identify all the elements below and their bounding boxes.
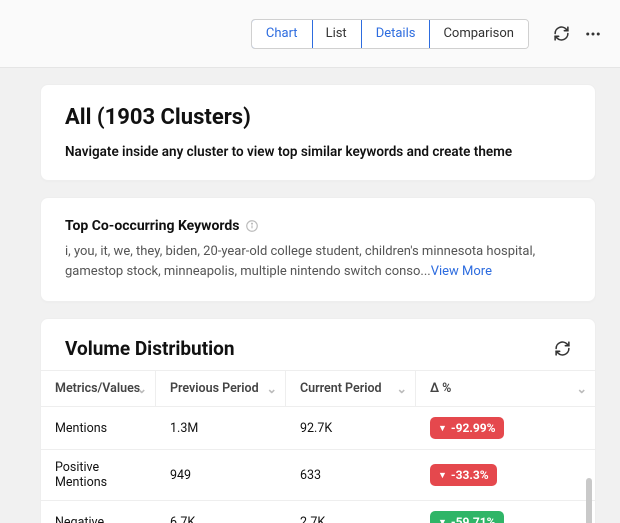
cell-previous: 949 bbox=[156, 449, 286, 500]
delta-badge: ▼-92.99% bbox=[430, 417, 504, 439]
caret-down-icon: ▼ bbox=[438, 423, 447, 434]
cell-metric: Positive Mentions bbox=[41, 449, 156, 500]
table-row: Negative6.7K2.7K ▼-59.71% bbox=[41, 500, 595, 523]
top-toolbar: Chart List Details Comparison bbox=[0, 0, 620, 68]
cell-delta: ▼-92.99% bbox=[416, 406, 595, 449]
refresh-icon bbox=[554, 340, 571, 357]
col-header-previous[interactable]: Previous Period⌄ bbox=[156, 370, 286, 406]
tab-list[interactable]: List bbox=[312, 20, 362, 48]
cell-current: 92.7K bbox=[286, 406, 416, 449]
chevron-down-icon: ⌄ bbox=[267, 381, 277, 397]
cell-metric: Mentions bbox=[41, 406, 156, 449]
keywords-card: Top Co-occurring Keywords i, you, it, we… bbox=[40, 197, 596, 302]
table-header-row: Metrics/Values⌄ Previous Period⌄ Current… bbox=[41, 370, 595, 406]
tab-chart-label: Chart bbox=[266, 26, 298, 41]
caret-down-icon: ▼ bbox=[438, 517, 447, 523]
delta-badge: ▼-33.3% bbox=[430, 464, 497, 486]
refresh-button[interactable] bbox=[553, 25, 570, 42]
volume-table: Metrics/Values⌄ Previous Period⌄ Current… bbox=[41, 370, 595, 523]
col-header-metric[interactable]: Metrics/Values⌄ bbox=[41, 370, 156, 406]
chevron-down-icon: ⌄ bbox=[397, 381, 407, 397]
cell-current: 2.7K bbox=[286, 500, 416, 523]
info-icon bbox=[245, 219, 259, 233]
volume-card: Volume Distribution Metrics/Values⌄ Prev… bbox=[40, 318, 596, 523]
tab-details-label: Details bbox=[376, 26, 416, 41]
volume-title: Volume Distribution bbox=[65, 337, 235, 360]
view-tabs: Chart List Details Comparison bbox=[251, 19, 529, 49]
table-row: Mentions1.3M92.7K ▼-92.99% bbox=[41, 406, 595, 449]
cell-current: 633 bbox=[286, 449, 416, 500]
content-area: All (1903 Clusters) Navigate inside any … bbox=[40, 68, 596, 523]
page-subtitle: Navigate inside any cluster to view top … bbox=[65, 144, 571, 160]
tab-details[interactable]: Details bbox=[361, 19, 431, 49]
chevron-down-icon: ⌄ bbox=[137, 381, 147, 397]
more-horizontal-icon bbox=[584, 25, 602, 43]
tab-list-label: List bbox=[326, 26, 347, 41]
more-menu-button[interactable] bbox=[584, 25, 602, 43]
col-header-current[interactable]: Current Period⌄ bbox=[286, 370, 416, 406]
cell-previous: 6.7K bbox=[156, 500, 286, 523]
scrollbar-thumb[interactable] bbox=[586, 478, 592, 523]
delta-badge: ▼-59.71% bbox=[430, 511, 504, 523]
cell-delta: ▼-33.3% bbox=[416, 449, 595, 500]
tab-comparison[interactable]: Comparison bbox=[429, 20, 528, 48]
page-title: All (1903 Clusters) bbox=[65, 105, 571, 130]
tab-comparison-label: Comparison bbox=[443, 26, 514, 41]
refresh-icon bbox=[553, 25, 570, 42]
volume-refresh-button[interactable] bbox=[554, 340, 571, 357]
chevron-down-icon: ⌄ bbox=[577, 381, 587, 397]
caret-down-icon: ▼ bbox=[438, 470, 447, 481]
keywords-heading: Top Co-occurring Keywords bbox=[65, 218, 239, 234]
cell-metric: Negative bbox=[41, 500, 156, 523]
tab-chart[interactable]: Chart bbox=[251, 19, 313, 49]
cell-previous: 1.3M bbox=[156, 406, 286, 449]
view-more-link[interactable]: View More bbox=[431, 264, 492, 279]
col-header-delta[interactable]: Δ %⌄ bbox=[416, 370, 595, 406]
cell-delta: ▼-59.71% bbox=[416, 500, 595, 523]
table-row: Positive Mentions949633 ▼-33.3% bbox=[41, 449, 595, 500]
cluster-header-card: All (1903 Clusters) Navigate inside any … bbox=[40, 84, 596, 181]
